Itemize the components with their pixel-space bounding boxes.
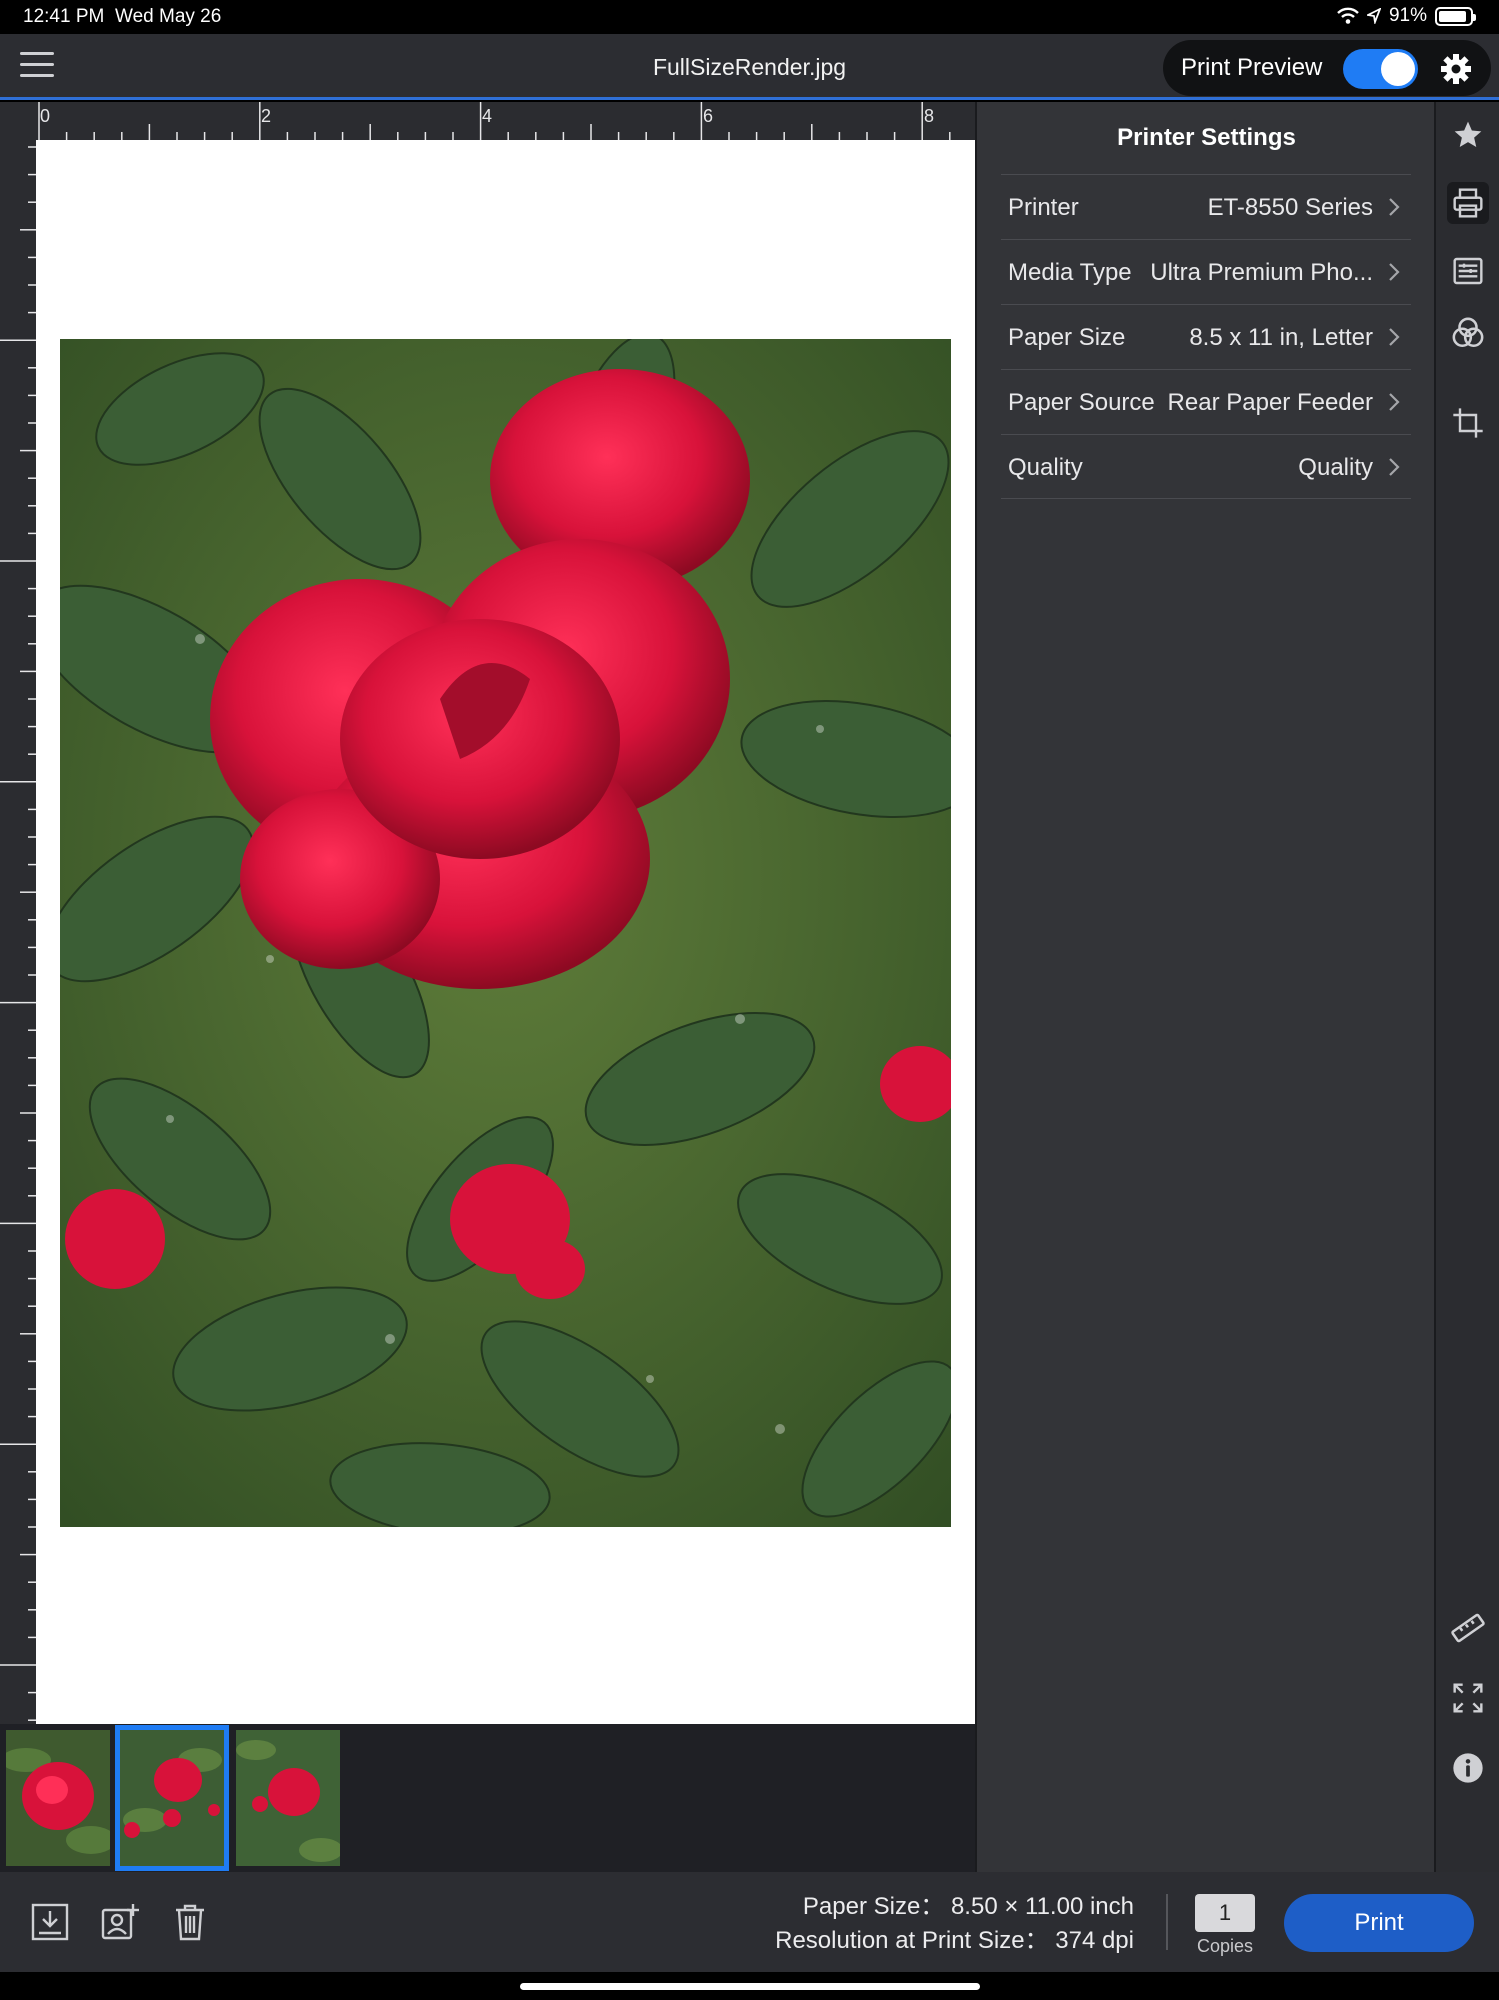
- setting-label: Printer: [1008, 194, 1079, 221]
- printer-settings-title: Printer Settings: [1117, 124, 1296, 151]
- setting-value: 8.5 x 11 in, Letter: [1189, 324, 1373, 351]
- setting-value: Ultra Premium Pho...: [1150, 259, 1373, 286]
- ruler-label-6: 6: [703, 106, 713, 126]
- preview-area: 0 2 4 6 8: [0, 102, 975, 1724]
- setting-value: Quality: [1298, 454, 1373, 481]
- copies-label: Copies: [1196, 1936, 1254, 1956]
- chevron-right-icon: [1389, 263, 1400, 281]
- battery-percent: 91%: [1388, 5, 1427, 26]
- divider: [1166, 1894, 1168, 1950]
- vertical-ruler: [0, 140, 36, 1724]
- ruler-label-4: 4: [482, 106, 492, 126]
- status-bar: 12:41 PM Wed May 26 91%: [0, 0, 1499, 34]
- horizontal-ruler: 0 2 4 6 8: [36, 102, 975, 140]
- wifi-icon: [1337, 7, 1359, 24]
- setting-value: Rear Paper Feeder: [1167, 389, 1373, 416]
- layout-settings-button[interactable]: [1447, 250, 1489, 292]
- ruler-icon: [1451, 1613, 1485, 1643]
- setting-paper-source[interactable]: Paper Source Rear Paper Feeder: [1001, 369, 1411, 434]
- thumbnail-1[interactable]: [6, 1730, 110, 1866]
- trash-icon[interactable]: [170, 1902, 210, 1942]
- fit-expand-icon: [1453, 1683, 1483, 1713]
- setting-printer[interactable]: Printer ET-8550 Series: [1001, 174, 1411, 239]
- print-preview-control: Print Preview: [1163, 40, 1491, 96]
- info-button[interactable]: [1447, 1747, 1489, 1789]
- ruler-label-8: 8: [924, 106, 934, 126]
- setting-label: Media Type: [1008, 259, 1132, 286]
- setting-value: ET-8550 Series: [1207, 194, 1373, 221]
- thumbnail-3[interactable]: [236, 1730, 340, 1866]
- setting-quality[interactable]: Quality Quality: [1001, 434, 1411, 499]
- status-right: 91%: [1337, 5, 1476, 27]
- gear-icon[interactable]: [1439, 52, 1473, 86]
- layout-settings-icon: [1453, 257, 1483, 285]
- paper-size-info: Paper Size： 8.50 × 11.00 inch: [802, 1893, 1134, 1920]
- download-icon[interactable]: [30, 1902, 70, 1942]
- thumbnail-2[interactable]: [115, 1725, 229, 1871]
- printer-icon: [1453, 188, 1483, 218]
- print-info: Paper Size： 8.50 × 11.00 inch Resolution…: [775, 1890, 1134, 1958]
- battery-icon: [1435, 6, 1476, 26]
- setting-paper-size[interactable]: Paper Size 8.5 x 11 in, Letter: [1001, 304, 1411, 369]
- crop-icon: [1453, 408, 1483, 438]
- chevron-right-icon: [1389, 393, 1400, 411]
- top-bar: FullSizeRender.jpg Print Preview: [0, 34, 1499, 100]
- resolution-info: Resolution at Print Size： 374 dpi: [775, 1927, 1134, 1954]
- setting-label: Paper Size: [1008, 324, 1126, 351]
- thumbnail-strip: [0, 1724, 975, 1872]
- crop-button[interactable]: [1447, 402, 1489, 444]
- paper-preview: [36, 140, 975, 1724]
- setting-media-type[interactable]: Media Type Ultra Premium Pho...: [1001, 239, 1411, 304]
- star-icon: [1454, 121, 1482, 147]
- print-button[interactable]: Print: [1284, 1894, 1474, 1952]
- printer-settings-panel: Printer Settings Printer ET-8550 Series …: [975, 102, 1434, 1872]
- setting-label: Paper Source: [1008, 389, 1155, 416]
- chevron-right-icon: [1389, 458, 1400, 476]
- color-adjust-button[interactable]: [1447, 312, 1489, 354]
- status-date: Wed May 26: [115, 6, 222, 27]
- printer-settings-button[interactable]: [1447, 182, 1489, 224]
- chevron-right-icon: [1389, 198, 1400, 216]
- fit-expand-button[interactable]: [1447, 1677, 1489, 1719]
- home-indicator[interactable]: [520, 1983, 980, 1990]
- print-preview-toggle[interactable]: [1343, 49, 1418, 89]
- ruler-button[interactable]: [1447, 1607, 1489, 1649]
- location-icon: [1366, 8, 1381, 24]
- settings-list: Printer ET-8550 Series Media Type Ultra …: [1001, 174, 1411, 499]
- info-icon: [1453, 1753, 1483, 1783]
- color-adjust-icon: [1452, 317, 1484, 348]
- home-area: [0, 1972, 1499, 2000]
- print-preview-label: Print Preview: [1181, 54, 1323, 81]
- rose-photo[interactable]: [60, 339, 951, 1527]
- chevron-right-icon: [1389, 328, 1400, 346]
- ruler-label-2: 2: [261, 106, 271, 126]
- bottom-bar: Paper Size： 8.50 × 11.00 inch Resolution…: [0, 1872, 1499, 1972]
- status-time: 12:41 PM: [23, 6, 105, 27]
- favorites-button[interactable]: [1447, 114, 1489, 156]
- tool-rail: [1434, 102, 1499, 1872]
- add-photo-icon[interactable]: [100, 1902, 140, 1942]
- ruler-label-0: 0: [40, 106, 50, 126]
- copies-input[interactable]: 1: [1195, 1894, 1255, 1932]
- setting-label: Quality: [1008, 454, 1083, 481]
